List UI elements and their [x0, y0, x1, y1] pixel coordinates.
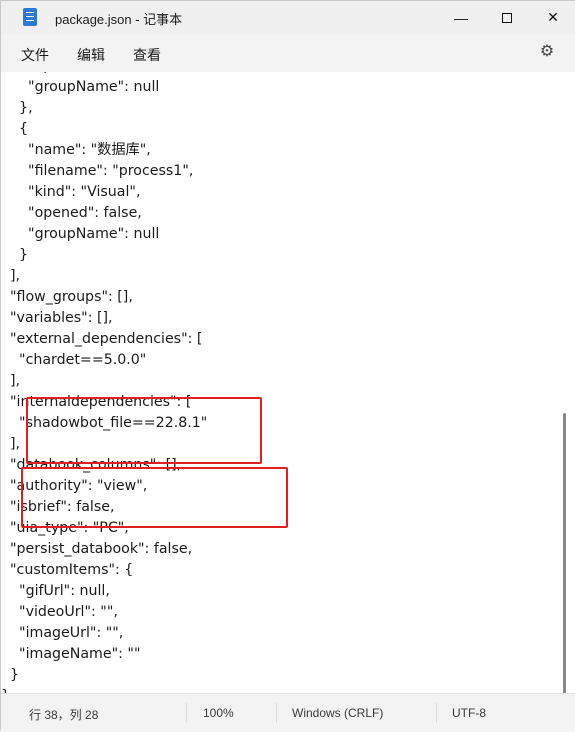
settings-button[interactable]: ⚙	[538, 43, 556, 61]
code-line: }	[1, 686, 207, 693]
editor-content[interactable]: "opened": false, "groupName": null }, { …	[1, 72, 207, 693]
menu-bar: 文件 编辑 查看 ⚙	[1, 34, 575, 72]
highlight-box-internal-dependencies	[21, 467, 288, 528]
status-divider	[186, 703, 187, 723]
maximize-button[interactable]	[484, 1, 530, 34]
highlight-box-external-dependencies	[26, 397, 262, 464]
code-line: "imageUrl": "",	[1, 625, 124, 641]
minimize-icon: —	[454, 9, 468, 26]
code-line: "name": "数据库",	[1, 142, 151, 158]
title-bar: package.json - 记事本 — ✕	[1, 1, 575, 34]
menu-file[interactable]: 文件	[21, 45, 49, 65]
encoding: UTF-8	[452, 706, 486, 720]
code-line: "customItems": {	[1, 562, 134, 578]
code-line: "variables": [],	[1, 310, 113, 326]
status-divider	[436, 703, 437, 723]
code-line: }	[1, 667, 20, 683]
text-editor[interactable]: "opened": false, "groupName": null }, { …	[1, 72, 575, 693]
code-line: ],	[1, 373, 21, 389]
code-line: {	[1, 121, 29, 137]
close-icon: ✕	[547, 9, 559, 25]
status-divider	[276, 703, 277, 723]
gear-icon: ⚙	[539, 43, 555, 60]
status-bar: 行 38，列 28 100% Windows (CRLF) UTF-8	[1, 693, 575, 732]
code-line: "chardet==5.0.0"	[1, 352, 147, 368]
maximize-icon	[502, 12, 512, 23]
line-ending: Windows (CRLF)	[292, 706, 384, 720]
code-line: "opened": false,	[1, 205, 142, 221]
code-line: "gifUrl": null,	[1, 583, 110, 599]
notepad-icon	[23, 8, 37, 26]
code-line: "flow_groups": [],	[1, 289, 133, 305]
code-line: "imageName": ""	[1, 646, 141, 662]
code-line: "filename": "process1",	[1, 163, 194, 179]
code-line: }	[1, 247, 29, 263]
menu-edit[interactable]: 编辑	[77, 45, 105, 65]
minimize-button[interactable]: —	[438, 1, 484, 34]
zoom-level: 100%	[203, 706, 234, 720]
code-line: "persist_databook": false,	[1, 541, 193, 557]
window-title: package.json - 记事本	[55, 12, 183, 27]
vertical-scrollbar[interactable]	[563, 413, 566, 693]
menu-view[interactable]: 查看	[133, 45, 161, 65]
code-line: "external_dependencies": [	[1, 331, 203, 347]
code-line: "groupName": null	[1, 226, 160, 242]
code-line: ],	[1, 268, 21, 284]
close-button[interactable]: ✕	[530, 1, 575, 34]
notepad-window: package.json - 记事本 — ✕ 文件 编辑 查看 ⚙ "opene…	[0, 0, 575, 732]
cursor-position: 行 38，列 28	[29, 708, 99, 722]
code-line: "groupName": null	[1, 79, 160, 95]
code-line: "kind": "Visual",	[1, 184, 141, 200]
code-line: "videoUrl": "",	[1, 604, 118, 620]
code-line: },	[1, 100, 33, 116]
